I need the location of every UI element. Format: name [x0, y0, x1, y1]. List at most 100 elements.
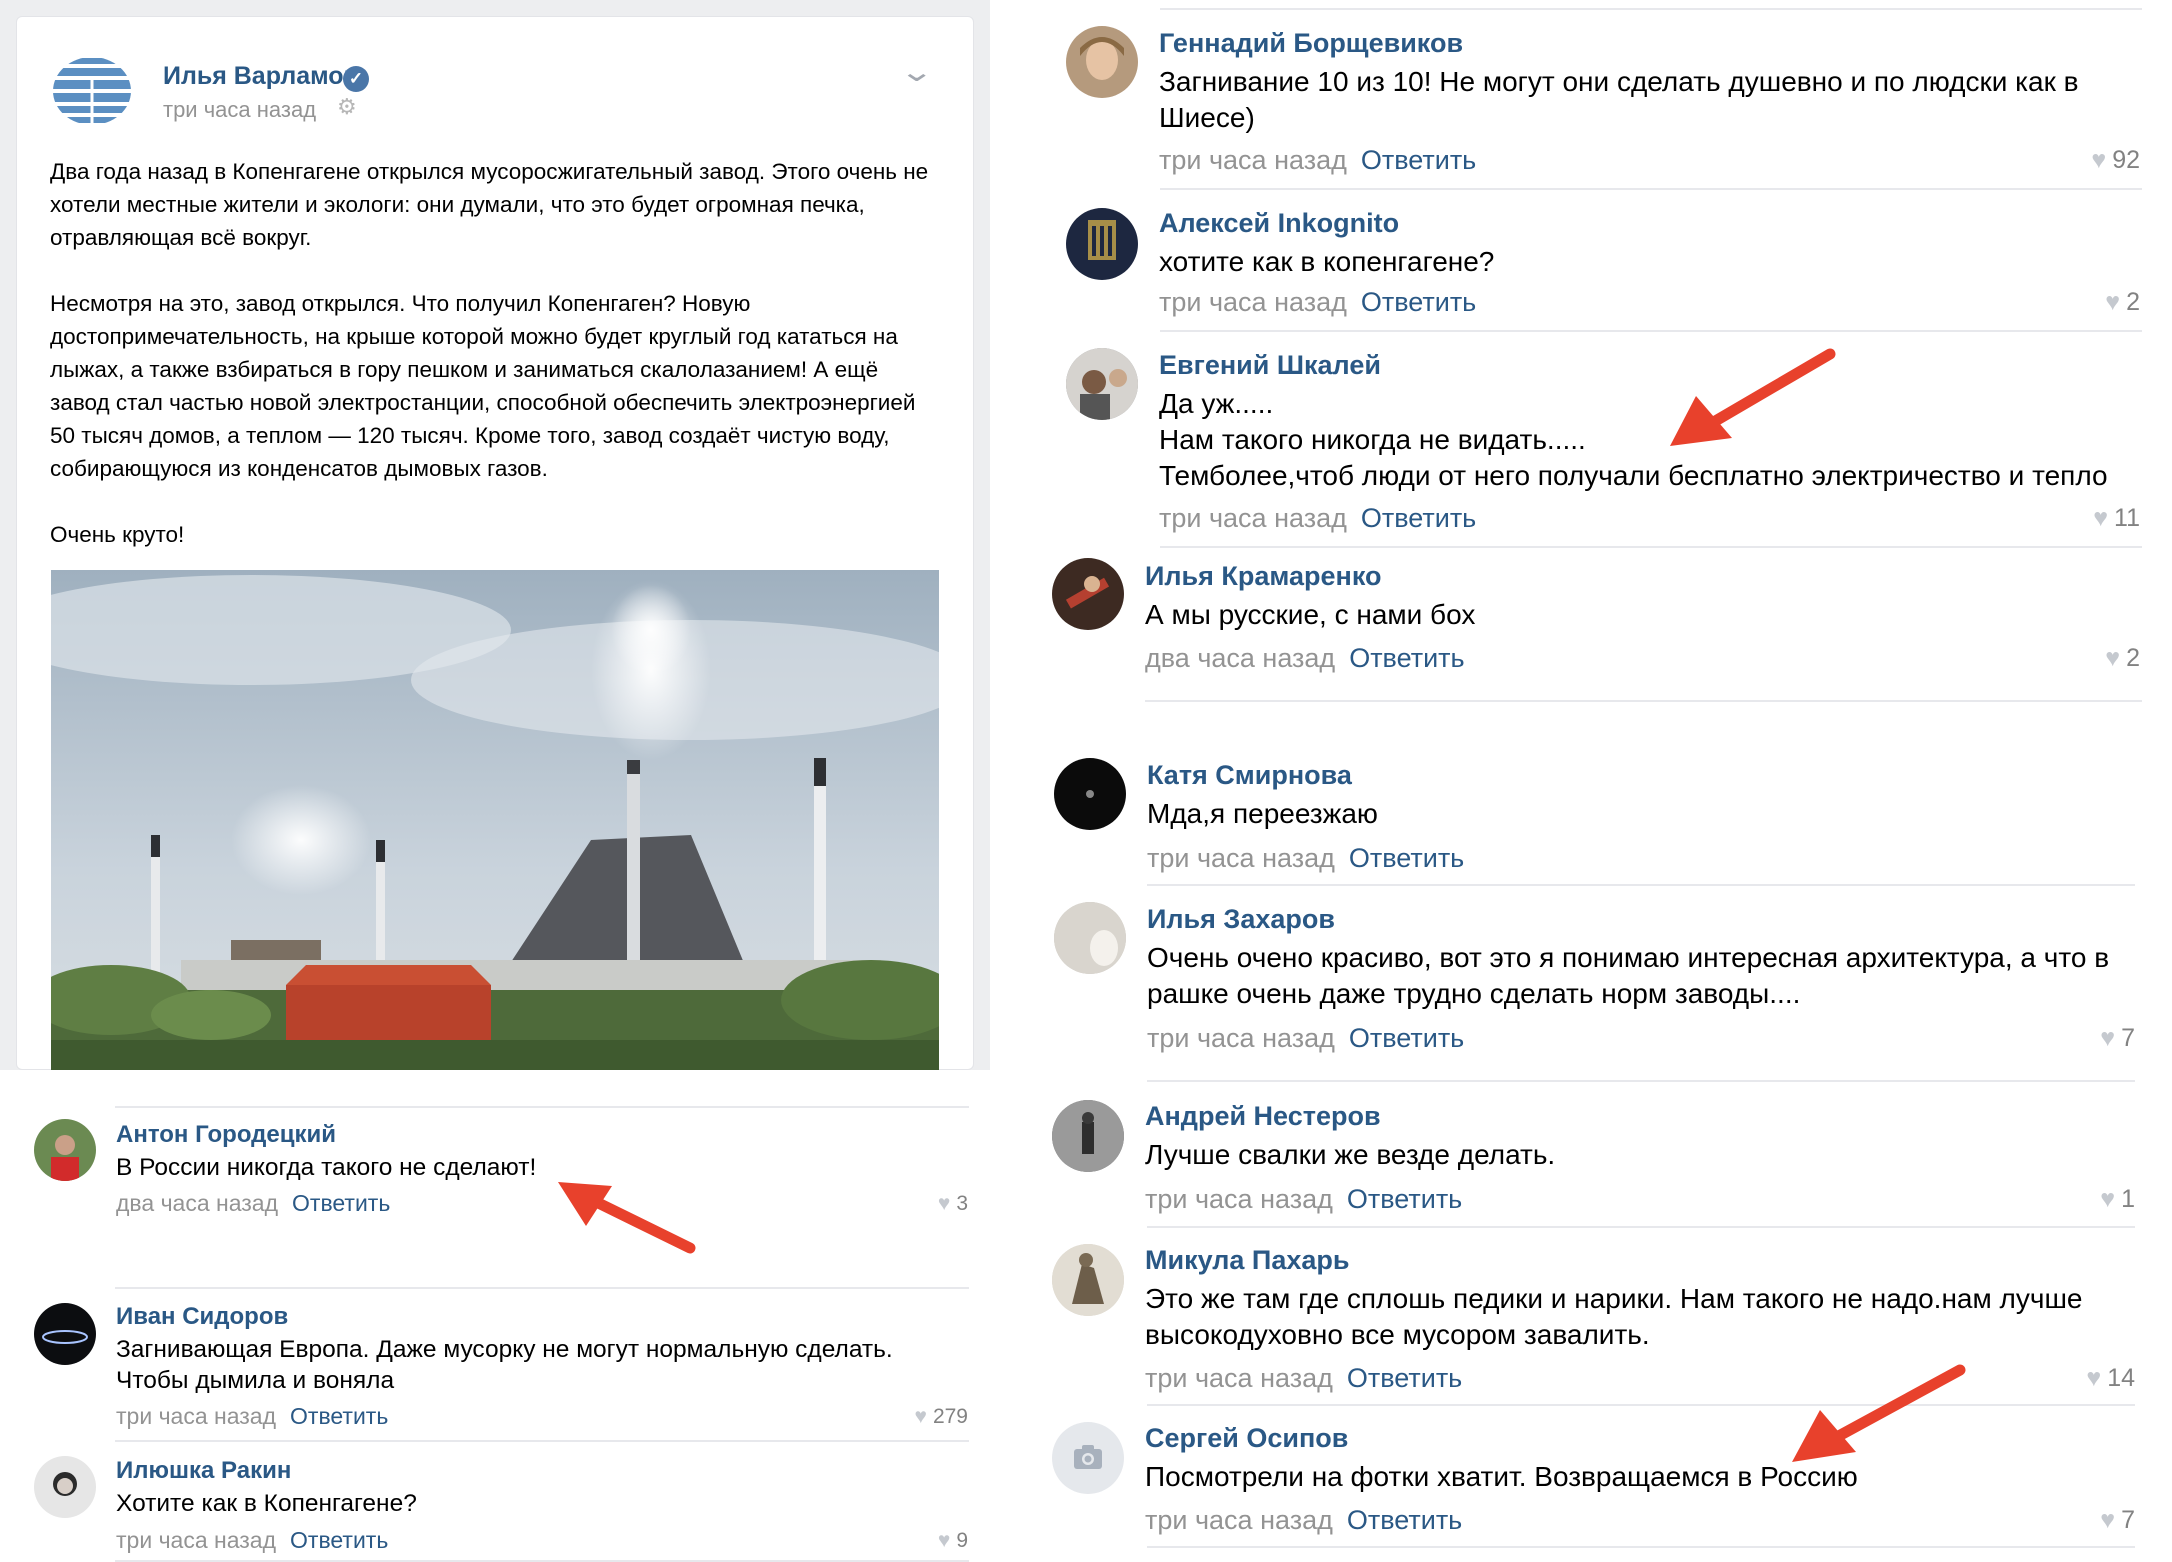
comment-time[interactable]: два часа назад: [1145, 643, 1335, 673]
comment-time[interactable]: три часа назад: [1159, 145, 1347, 175]
divider: [1160, 8, 2142, 10]
comment-text: Загнивающая Европа. Даже мусорку не могу…: [116, 1336, 893, 1394]
heart-icon: ♥: [937, 1192, 951, 1215]
comment-meta: три часа назад Ответить: [1147, 1023, 1464, 1054]
reply-button[interactable]: Ответить: [1347, 1505, 1462, 1535]
like-button[interactable]: ♥ 7: [2047, 1506, 2135, 1535]
heart-icon: ♥: [2100, 1024, 2116, 1052]
comment-meta: три часа назад Ответить: [1159, 287, 1476, 318]
author-avatar-logo[interactable]: [52, 56, 132, 126]
like-button[interactable]: ♥ 279: [880, 1405, 968, 1429]
reply-button[interactable]: Ответить: [1361, 145, 1476, 175]
avatar[interactable]: [1052, 1422, 1124, 1494]
comment-meta: три часа назад Ответить: [116, 1403, 388, 1430]
like-count: 92: [2112, 146, 2140, 174]
avatar[interactable]: [34, 1303, 96, 1365]
like-button[interactable]: ♥ 14: [2047, 1364, 2135, 1393]
post-paragraph: Два года назад в Копенгагене открылся му…: [50, 159, 929, 250]
comment-author[interactable]: Иван Сидоров: [116, 1303, 288, 1331]
comment-time[interactable]: три часа назад: [1145, 1505, 1333, 1535]
comment-line: Да уж.....: [1159, 388, 1274, 419]
avatar[interactable]: [34, 1119, 96, 1181]
chevron-down-icon[interactable]: ⌄: [899, 55, 934, 88]
avatar[interactable]: [34, 1456, 96, 1518]
post-text: Два года назад в Копенгагене открылся му…: [50, 155, 940, 584]
comment-time[interactable]: два часа назад: [116, 1190, 278, 1216]
divider: [115, 1440, 969, 1442]
like-button[interactable]: ♥ 2: [2052, 644, 2140, 673]
like-button[interactable]: ♥ 92: [2052, 146, 2140, 175]
avatar[interactable]: [1066, 348, 1138, 420]
post-paragraph: Несмотря на это, завод открылся. Что пол…: [50, 291, 916, 481]
like-count: 11: [2114, 504, 2140, 532]
heart-icon: ♥: [2093, 504, 2109, 532]
comment-time[interactable]: три часа назад: [1159, 287, 1347, 317]
reply-button[interactable]: Ответить: [290, 1527, 388, 1553]
post-time[interactable]: три часа назад: [163, 97, 316, 123]
reply-button[interactable]: Ответить: [1349, 843, 1464, 873]
comment-meta: три часа назад Ответить: [1145, 1363, 1462, 1394]
comment-author[interactable]: Микула Пахарь: [1145, 1245, 1349, 1276]
divider: [1147, 1546, 2135, 1548]
heart-icon: ♥: [2091, 146, 2107, 174]
like-button[interactable]: ♥ 2: [2052, 288, 2140, 317]
annotation-arrow-icon: [558, 1182, 696, 1254]
like-count: 7: [2121, 1024, 2135, 1052]
comment-time[interactable]: три часа назад: [116, 1527, 276, 1553]
like-count: 9: [956, 1529, 968, 1552]
avatar[interactable]: [1052, 1100, 1124, 1172]
comment-time[interactable]: три часа назад: [1159, 503, 1347, 533]
reply-button[interactable]: Ответить: [292, 1190, 390, 1216]
post-author[interactable]: Илья Варламов: [163, 62, 359, 91]
like-count: 7: [2121, 1506, 2135, 1534]
comment-author[interactable]: Катя Смирнова: [1147, 760, 1352, 791]
avatar[interactable]: [1052, 1244, 1124, 1316]
comment-text: В России никогда такого не сделают!: [116, 1154, 537, 1181]
reply-button[interactable]: Ответить: [290, 1403, 388, 1429]
like-button[interactable]: ♥ 11: [2052, 504, 2140, 533]
comment-text: Загнивание 10 из 10! Не могут они сделат…: [1159, 66, 2079, 133]
comment-line: Темболее,чтоб люди от него получали бесп…: [1159, 460, 2108, 491]
avatar[interactable]: [1054, 902, 1126, 974]
reply-button[interactable]: Ответить: [1361, 287, 1476, 317]
divider: [1147, 884, 2135, 886]
comment-meta: три часа назад Ответить: [116, 1527, 388, 1554]
comment-time[interactable]: три часа назад: [1145, 1184, 1333, 1214]
comment-author[interactable]: Андрей Нестеров: [1145, 1101, 1381, 1132]
like-count: 2: [2126, 288, 2140, 316]
comment-time[interactable]: три часа назад: [1147, 1023, 1335, 1053]
reply-button[interactable]: Ответить: [1349, 643, 1464, 673]
divider: [1145, 700, 2142, 702]
like-button[interactable]: ♥ 3: [900, 1192, 968, 1216]
comment-author[interactable]: Евгений Шкалей: [1159, 350, 1381, 381]
divider: [1147, 1080, 2135, 1082]
gear-icon: ⚙: [337, 94, 357, 119]
comment-text: А мы русские, с нами бох: [1145, 599, 1476, 630]
reply-button[interactable]: Ответить: [1361, 503, 1476, 533]
comment-author[interactable]: Алексей Inkognito: [1159, 208, 1399, 239]
comment-author[interactable]: Антон Городецкий: [116, 1121, 336, 1149]
comment-author[interactable]: Илья Крамаренко: [1145, 561, 1382, 592]
reply-button[interactable]: Ответить: [1349, 1023, 1464, 1053]
comment-time[interactable]: три часа назад: [116, 1403, 276, 1429]
comment-time[interactable]: три часа назад: [1145, 1363, 1333, 1393]
like-button[interactable]: ♥ 1: [2047, 1185, 2135, 1214]
avatar[interactable]: [1052, 558, 1124, 630]
heart-icon: ♥: [2086, 1364, 2102, 1392]
comment-author[interactable]: Геннадий Борщевиков: [1159, 28, 1463, 59]
comment-text: Лучше свалки же везде делать.: [1145, 1139, 1556, 1170]
avatar[interactable]: [1066, 26, 1138, 98]
comment-author[interactable]: Сергей Осипов: [1145, 1423, 1348, 1454]
reply-button[interactable]: Ответить: [1347, 1184, 1462, 1214]
like-count: 14: [2107, 1364, 2135, 1392]
post-photo[interactable]: [51, 570, 939, 1070]
like-button[interactable]: ♥ 7: [2047, 1024, 2135, 1053]
comment-author[interactable]: Илья Захаров: [1147, 904, 1335, 935]
comment-author[interactable]: Илюшка Ракин: [116, 1457, 291, 1485]
avatar[interactable]: [1066, 208, 1138, 280]
like-count: 279: [932, 1405, 968, 1428]
like-button[interactable]: ♥ 9: [900, 1529, 968, 1553]
avatar[interactable]: [1054, 758, 1126, 830]
reply-button[interactable]: Ответить: [1347, 1363, 1462, 1393]
comment-time[interactable]: три часа назад: [1147, 843, 1335, 873]
